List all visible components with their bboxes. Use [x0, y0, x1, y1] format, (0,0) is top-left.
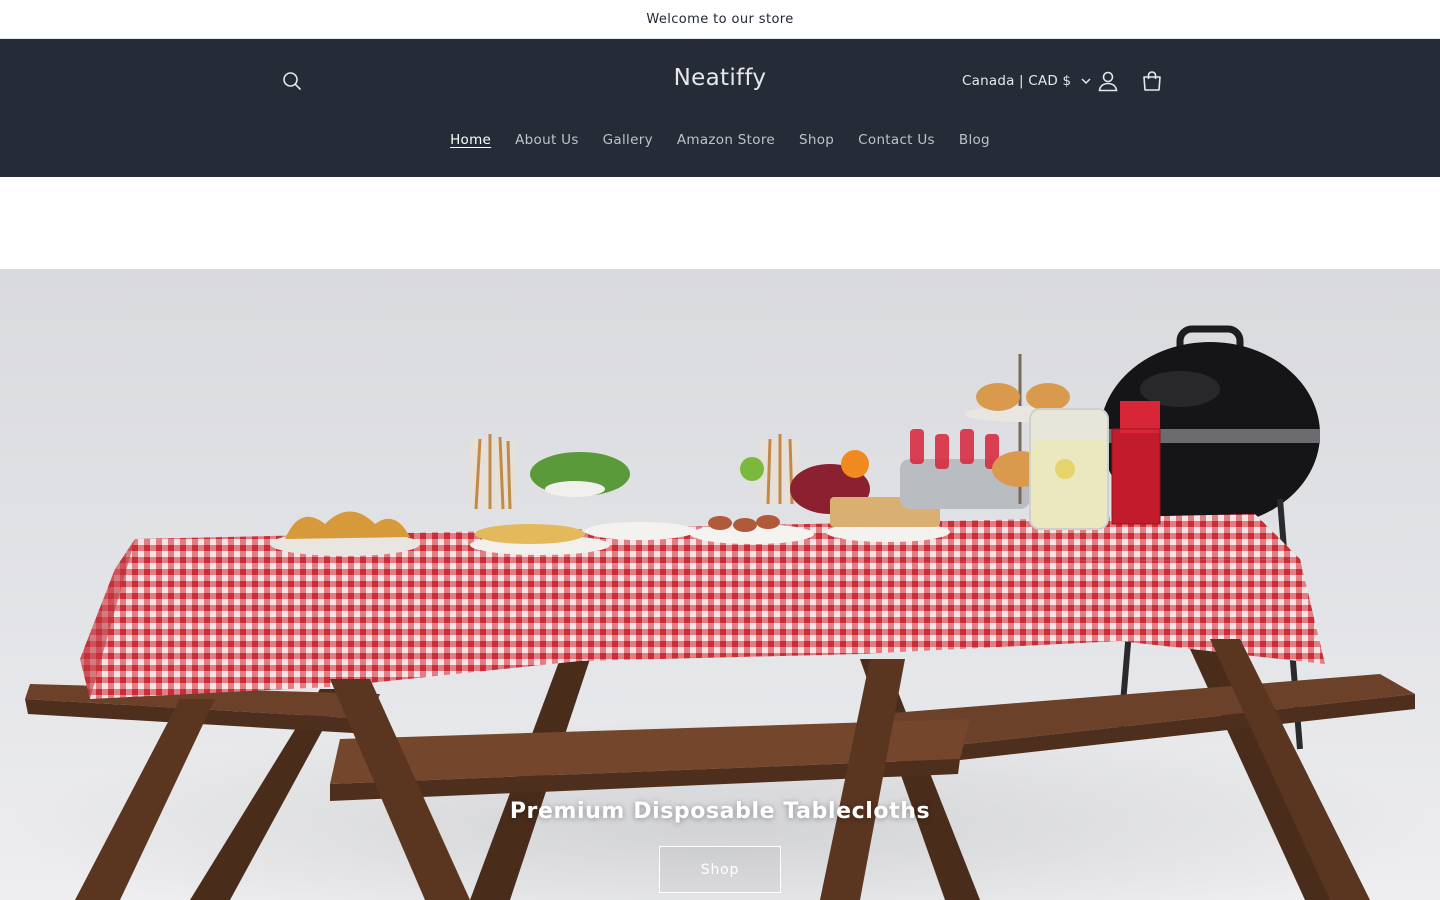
country-selector[interactable]: Canada | CAD $	[950, 63, 1103, 99]
nav-about-us[interactable]: About Us	[503, 126, 591, 154]
logo-link[interactable]: Neatiffy	[674, 65, 767, 91]
nav-home[interactable]: Home	[438, 126, 503, 154]
announcement-text: Welcome to our store	[646, 11, 794, 27]
hero-banner: Premium Disposable Tablecloths Shop	[0, 269, 1440, 900]
search-button[interactable]	[270, 59, 314, 103]
cart-button[interactable]	[1130, 59, 1174, 103]
nav-shop[interactable]: Shop	[787, 126, 846, 154]
announcement-bar: Welcome to our store	[0, 0, 1440, 39]
site-logo: Neatiffy	[0, 65, 1440, 91]
nav-gallery[interactable]: Gallery	[591, 126, 665, 154]
nav-contact-us[interactable]: Contact Us	[846, 126, 947, 154]
nav-amazon-store[interactable]: Amazon Store	[665, 126, 787, 154]
header-spacer	[0, 177, 1440, 269]
nav-blog[interactable]: Blog	[947, 126, 1002, 154]
hero-content: Premium Disposable Tablecloths Shop	[0, 799, 1440, 893]
hero-title: Premium Disposable Tablecloths	[509, 799, 931, 824]
site-header: Neatiffy Canada | CAD $ Home About Us Ga…	[0, 39, 1440, 177]
account-icon	[1098, 71, 1118, 92]
main-nav: Home About Us Gallery Amazon Store Shop …	[0, 123, 1440, 157]
cart-icon	[1143, 71, 1161, 91]
search-icon	[283, 72, 302, 91]
account-button[interactable]	[1086, 59, 1130, 103]
header-top: Neatiffy Canada | CAD $	[0, 39, 1440, 123]
tablecloth	[80, 514, 1325, 699]
hero-shop-button[interactable]: Shop	[659, 846, 781, 893]
country-selector-label: Canada | CAD $	[962, 73, 1072, 89]
